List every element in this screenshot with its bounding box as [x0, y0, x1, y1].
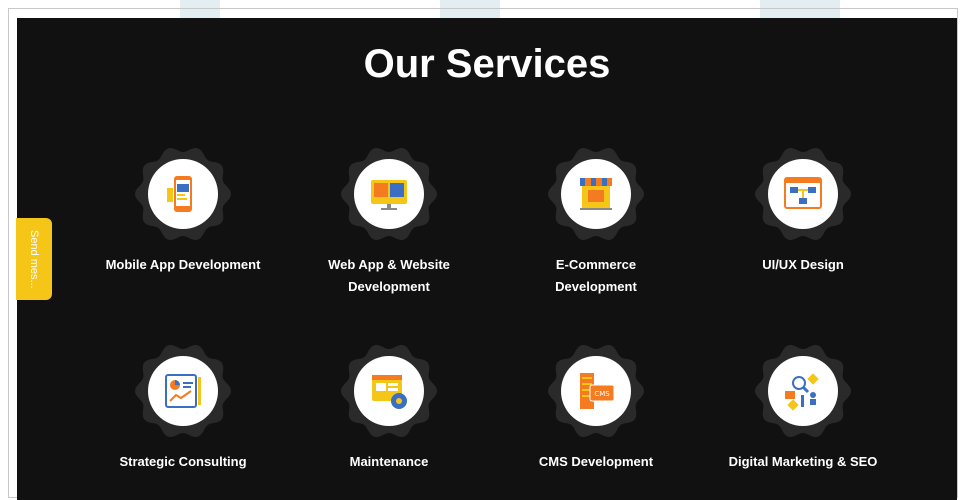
service-label: Web App & Website Development — [328, 257, 450, 294]
section-title: Our Services — [363, 42, 611, 86]
service-badge — [548, 146, 644, 242]
web-app-icon — [371, 180, 407, 210]
service-badge: CMS — [548, 343, 644, 439]
service-card-ui-ux[interactable]: UI/UX Design — [703, 146, 903, 276]
service-label: Mobile App Development — [105, 257, 261, 272]
cms-server-icon: CMS — [580, 373, 615, 409]
mobile-app-icon — [167, 176, 192, 212]
service-card-ecommerce[interactable]: E-Commerce Development — [496, 146, 696, 298]
send-message-label: Send mes... — [28, 229, 40, 289]
service-badge — [341, 343, 437, 439]
service-badge — [135, 343, 231, 439]
consulting-chart-icon — [165, 374, 201, 408]
service-card-digital-marketing[interactable]: Digital Marketing & SEO — [703, 343, 903, 473]
ui-ux-flow-icon — [784, 177, 822, 209]
service-badge — [755, 343, 851, 439]
service-label: E-Commerce Development — [555, 257, 637, 294]
service-label: Maintenance — [349, 454, 429, 469]
service-label: Digital Marketing & SEO — [728, 454, 878, 469]
service-card-mobile-app[interactable]: Mobile App Development — [83, 146, 283, 276]
service-card-maintenance[interactable]: Maintenance — [289, 343, 489, 473]
service-label: Strategic Consulting — [119, 454, 247, 469]
services-section: Our Services Mobile App Development Web … — [17, 18, 957, 500]
service-label: UI/UX Design — [762, 257, 844, 272]
service-card-cms[interactable]: CMS CMS Development — [496, 343, 696, 473]
service-card-web-app[interactable]: Web App & Website Development — [289, 146, 489, 298]
service-badge — [755, 146, 851, 242]
digital-marketing-icon — [785, 373, 819, 411]
service-badge — [341, 146, 437, 242]
svg-text:CMS: CMS — [594, 390, 610, 398]
service-badge — [135, 146, 231, 242]
service-card-strategic-consulting[interactable]: Strategic Consulting — [83, 343, 283, 473]
send-message-tab[interactable]: Send mes... — [16, 218, 52, 300]
maintenance-gear-icon — [372, 375, 407, 409]
ecommerce-store-icon — [580, 178, 612, 210]
service-label: CMS Development — [538, 454, 654, 469]
